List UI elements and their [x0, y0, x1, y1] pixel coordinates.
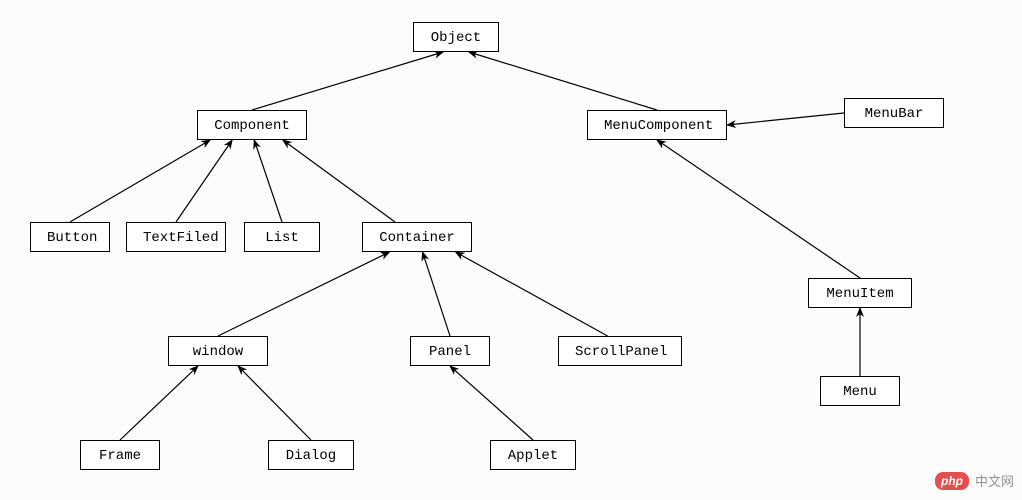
node-container: Container	[362, 222, 472, 252]
edge-list-to-component	[254, 140, 282, 222]
edge-menubar-to-menucomponent	[727, 113, 844, 125]
node-menucomponent: MenuComponent	[587, 110, 727, 140]
node-window: window	[168, 336, 268, 366]
watermark-text: 中文网	[975, 471, 1014, 490]
edge-menuitem-to-menucomponent	[657, 140, 860, 278]
node-applet: Applet	[490, 440, 576, 470]
node-button: Button	[30, 222, 110, 252]
node-menuitem: MenuItem	[808, 278, 912, 308]
edge-scrollpanel-to-container	[456, 252, 608, 336]
edge-frame-to-window	[120, 366, 198, 440]
node-menu: Menu	[820, 376, 900, 406]
node-list: List	[244, 222, 320, 252]
node-frame: Frame	[80, 440, 160, 470]
edge-window-to-container	[218, 252, 390, 336]
node-component: Component	[197, 110, 307, 140]
node-object: Object	[413, 22, 499, 52]
node-menubar: MenuBar	[844, 98, 944, 128]
node-panel: Panel	[410, 336, 490, 366]
node-dialog: Dialog	[268, 440, 354, 470]
edge-button-to-component	[70, 140, 210, 222]
edge-applet-to-panel	[450, 366, 533, 440]
edge-menucomponent-to-object	[469, 52, 657, 110]
node-textfiled: TextFiled	[126, 222, 226, 252]
edge-dialog-to-window	[238, 366, 311, 440]
edge-textfiled-to-component	[176, 140, 232, 222]
edge-component-to-object	[252, 52, 443, 110]
edge-container-to-component	[283, 140, 395, 222]
watermark-badge: php	[935, 472, 969, 490]
node-scrollpanel: ScrollPanel	[558, 336, 682, 366]
watermark: php 中文网	[935, 471, 1014, 490]
edge-panel-to-container	[423, 252, 451, 336]
